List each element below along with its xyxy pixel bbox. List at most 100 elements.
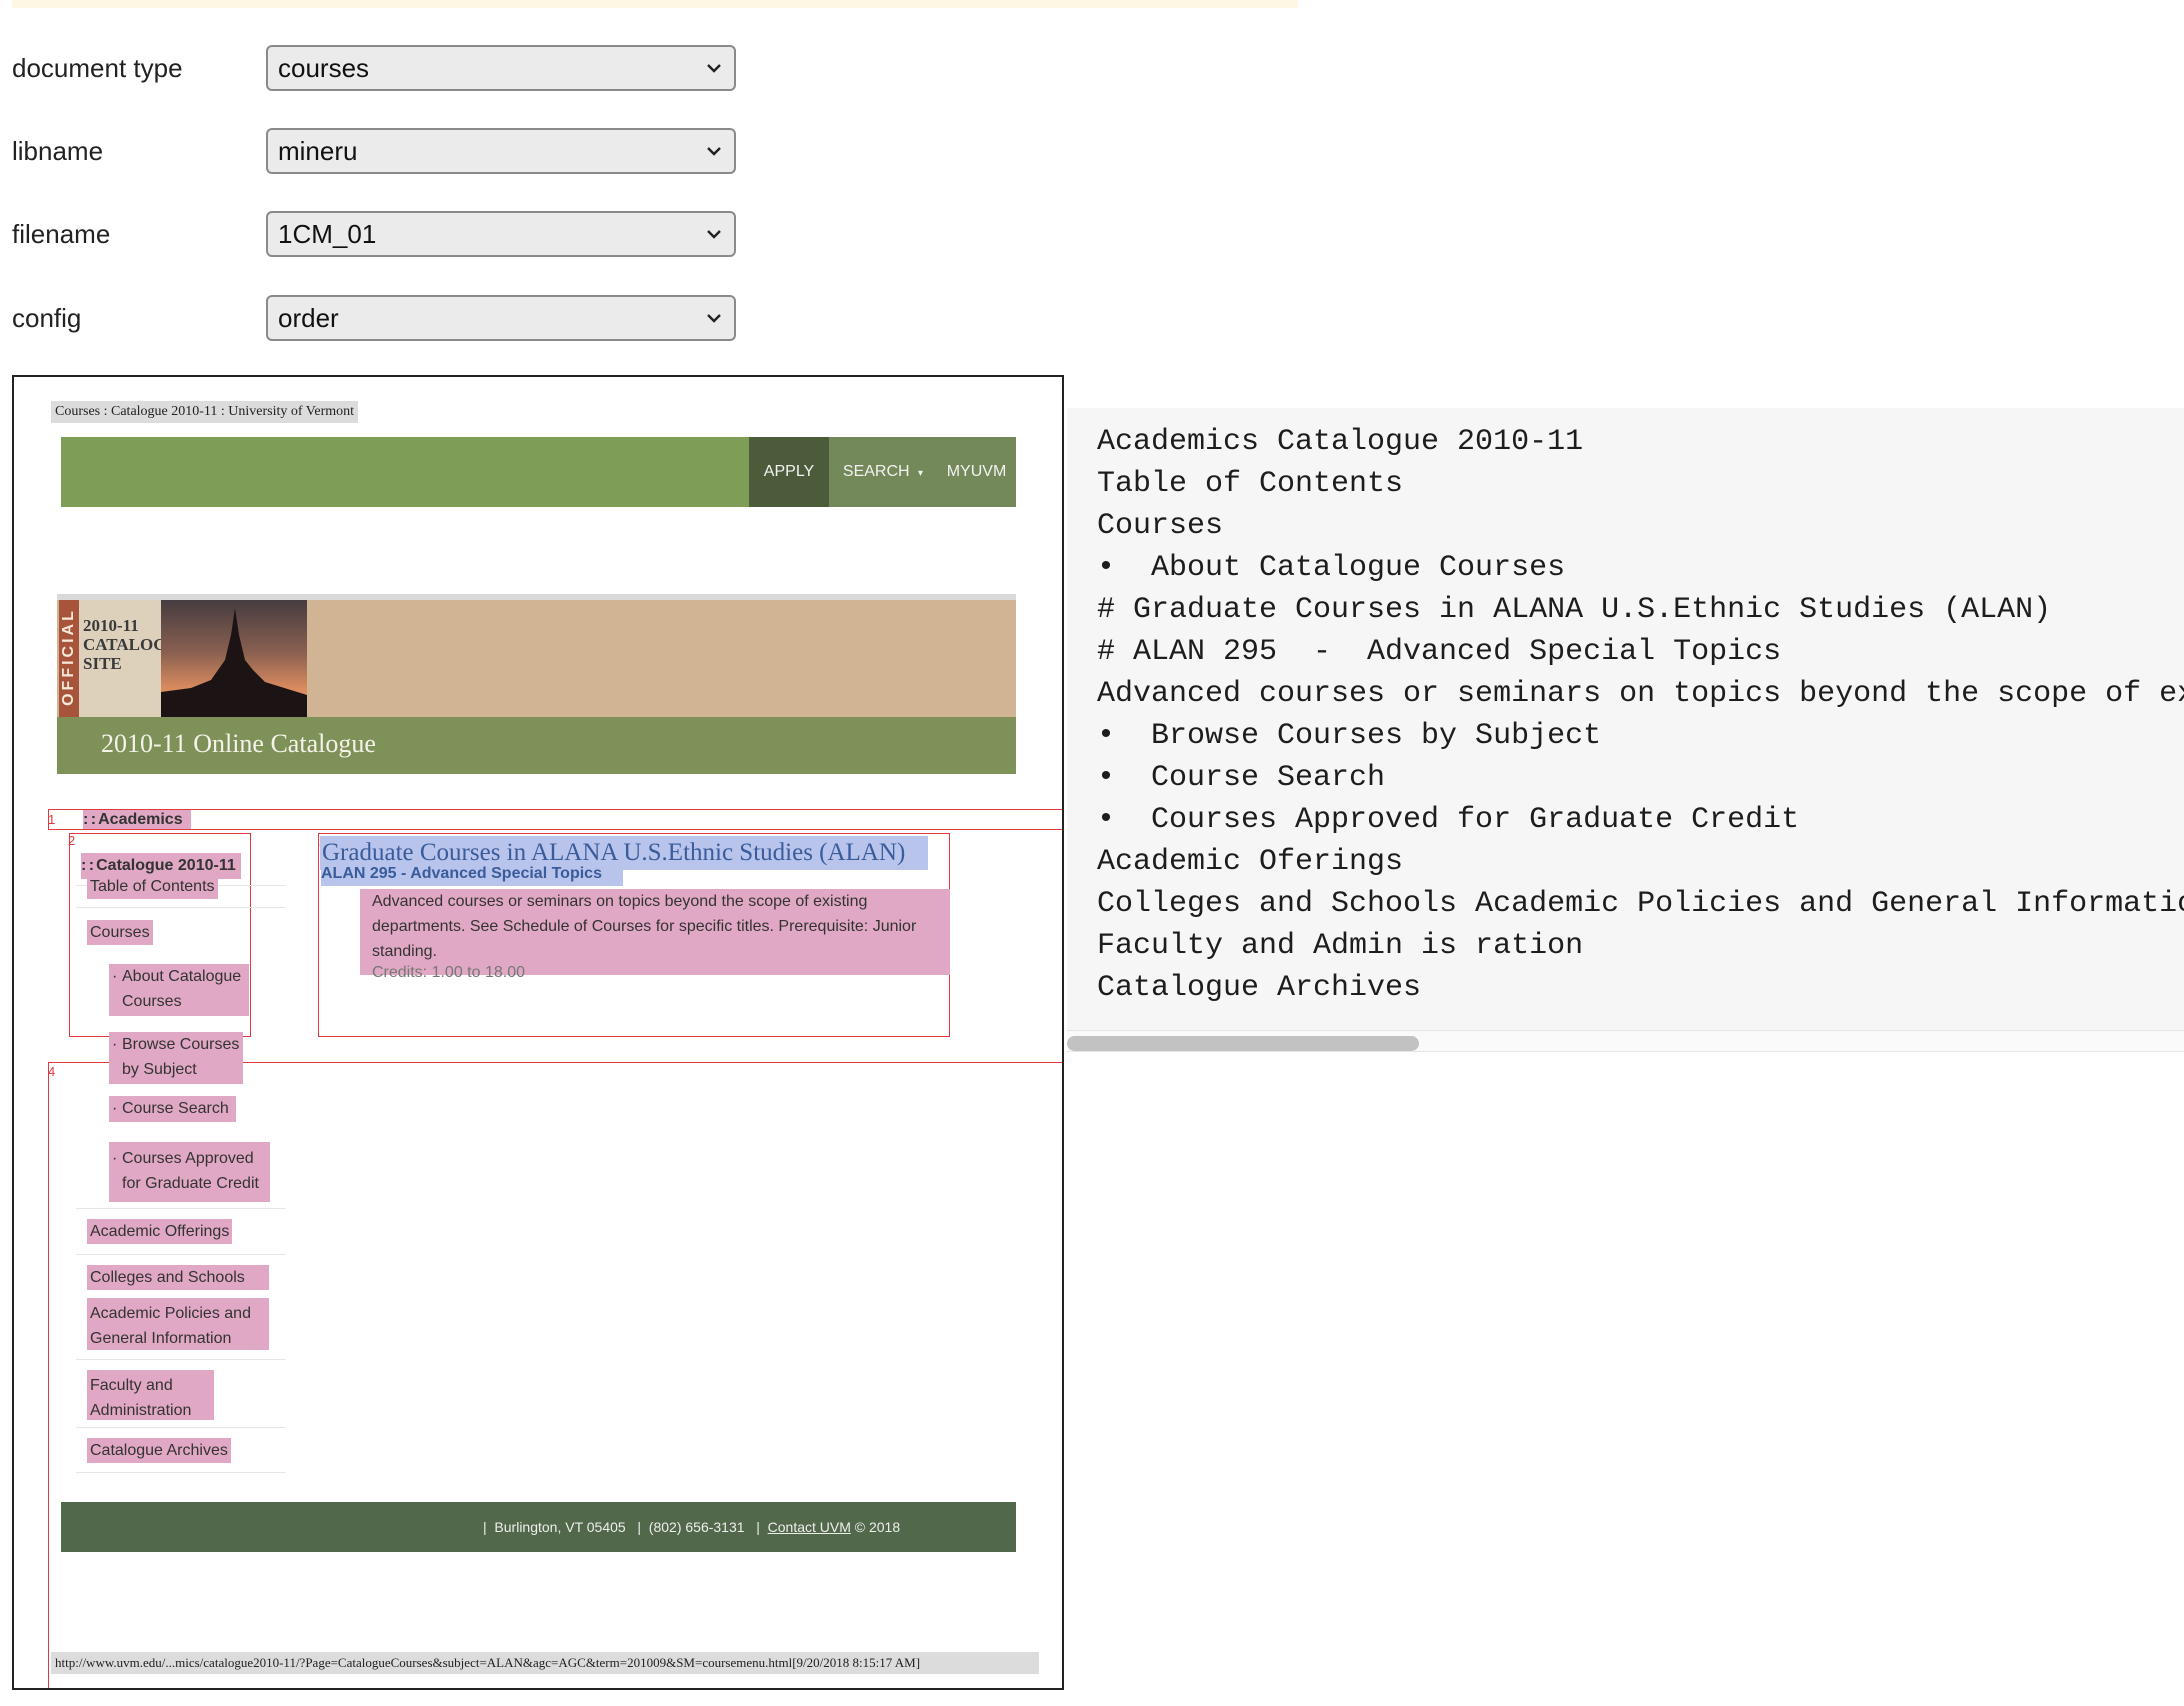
faculty-nav-item[interactable]: Faculty and Administration: [87, 1370, 214, 1420]
site-navbar: APPLY SEARCH ▾ MYUVM: [61, 437, 1016, 507]
layout-region-1: [48, 809, 1062, 830]
output-line: • Browse Courses by Subject: [1097, 719, 1602, 753]
libname-select[interactable]: mineru: [266, 128, 736, 174]
bullet-icon: ·: [112, 1150, 118, 1167]
catalogue-label: Catalogue 2010-11: [96, 857, 236, 874]
chevron-down-icon: [707, 230, 721, 239]
document-type-value: courses: [278, 53, 370, 83]
form-row-filename: filename 1CM_01: [12, 211, 736, 257]
region-number-4: 4: [48, 1064, 56, 1079]
config-select[interactable]: order: [266, 295, 736, 341]
approved-nav-item[interactable]: · Courses Approved for Graduate Credit: [109, 1142, 270, 1202]
footer-copyright: © 2018: [854, 1519, 901, 1535]
scrollbar-thumb[interactable]: [1067, 1036, 1419, 1051]
footer-separator: |: [483, 1519, 487, 1535]
chevron-down-icon: [707, 64, 721, 73]
document-type-label: document type: [12, 52, 183, 83]
double-colon-icon: : :: [81, 857, 94, 874]
church-silhouette-icon: [161, 608, 307, 717]
nav-apply-link[interactable]: APPLY: [749, 437, 829, 507]
output-line: • About Catalogue Courses: [1097, 551, 1566, 585]
menu-separator: [76, 907, 286, 908]
policies-nav-item[interactable]: Academic Policies and General Informatio…: [87, 1298, 269, 1350]
extracted-text-panel: Academics Catalogue 2010-11 Table of Con…: [1067, 408, 2184, 1030]
libname-label: libname: [12, 135, 104, 166]
double-colon-icon: : :: [83, 811, 96, 828]
config-value: order: [278, 303, 339, 333]
footer-separator: |: [756, 1519, 760, 1535]
region-number-1: 1: [48, 812, 56, 827]
banner-title: 2010-11 Online Catalogue: [101, 729, 376, 758]
about-courses-label: About Catalogue Courses: [122, 968, 242, 1010]
footer-address: Burlington, VT 05405: [494, 1519, 626, 1535]
church-silhouette-photo: [161, 600, 307, 717]
output-line: Advanced courses or seminars on topics b…: [1097, 677, 2184, 711]
offerings-nav-item[interactable]: Academic Offerings: [87, 1219, 233, 1244]
filename-value: 1CM_01: [278, 219, 377, 249]
config-label: config: [12, 302, 82, 333]
output-line: Academics Catalogue 2010-11: [1097, 425, 1584, 459]
catalogue-banner: OFFICIAL 2010-11 CATALOGUE SITE 2010-11 …: [57, 594, 1016, 774]
output-line: Courses: [1097, 509, 1224, 543]
form-row-config: config order: [12, 295, 736, 341]
output-line: • Courses Approved for Graduate Credit: [1097, 803, 1800, 837]
output-line: Faculty and Admin is ration: [1097, 929, 1584, 963]
toc-nav-item[interactable]: Table of Contents: [87, 874, 218, 899]
official-ribbon: OFFICIAL: [59, 600, 79, 717]
libname-value: mineru: [278, 136, 358, 166]
academics-label: Academics: [98, 811, 183, 828]
menu-separator: [76, 1359, 286, 1360]
chevron-down-icon: [707, 147, 721, 156]
nav-search-link[interactable]: SEARCH ▾: [829, 437, 937, 507]
menu-separator: [76, 1427, 286, 1428]
bullet-icon: ·: [112, 1100, 118, 1117]
output-line: Colleges and Schools Academic Policies a…: [1097, 887, 2184, 921]
horizontal-scrollbar[interactable]: [1067, 1030, 2184, 1052]
footer-phone: (802) 656-3131: [648, 1519, 745, 1535]
site-footer: | Burlington, VT 05405 | (802) 656-3131 …: [61, 1502, 1016, 1552]
contact-uvm-link[interactable]: Contact UVM: [768, 1519, 851, 1535]
caret-down-icon: ▾: [918, 468, 924, 479]
course-title: ALAN 295 - Advanced Special Topics: [321, 862, 623, 886]
output-line: Table of Contents: [1097, 467, 1404, 501]
browse-nav-item[interactable]: · Browse Courses by Subject: [109, 1032, 243, 1084]
filename-label: filename: [12, 218, 111, 249]
course-description: Advanced courses or seminars on topics b…: [360, 889, 950, 975]
course-credits: Credits: 1.00 to 18.00: [372, 964, 525, 981]
badge-text: 2010-11 CATALOGUE SITE: [83, 616, 191, 673]
course-search-label: Course Search: [122, 1100, 229, 1117]
output-line: Catalogue Archives: [1097, 971, 1422, 1005]
output-line: # ALAN 295 - Advanced Special Topics: [1097, 635, 1782, 669]
colleges-nav-item[interactable]: Colleges and Schools: [87, 1265, 269, 1290]
output-line: # Graduate Courses in ALANA U.S.Ethnic S…: [1097, 593, 2052, 627]
menu-separator: [76, 1472, 286, 1473]
filename-select[interactable]: 1CM_01: [266, 211, 736, 257]
bullet-icon: ·: [112, 1036, 118, 1053]
approved-label: Courses Approved for Graduate Credit: [122, 1150, 259, 1192]
region-number-2: 2: [68, 833, 76, 848]
archives-nav-item[interactable]: Catalogue Archives: [87, 1438, 231, 1463]
output-line: Academic Oferings: [1097, 845, 1404, 879]
official-site-badge: OFFICIAL 2010-11 CATALOGUE SITE: [59, 600, 307, 717]
form-row-libname: libname mineru: [12, 128, 736, 174]
footer-separator: |: [637, 1519, 642, 1535]
menu-separator: [76, 1254, 286, 1255]
form-row-document-type: document type courses: [12, 45, 736, 91]
nav-myuvm-link[interactable]: MYUVM: [937, 437, 1016, 507]
about-courses-nav-item[interactable]: · About Catalogue Courses: [109, 964, 249, 1016]
top-notice-strip: [12, 0, 1298, 8]
nav-search-label: SEARCH: [842, 463, 910, 480]
document-preview: Courses : Catalogue 2010-11 : University…: [12, 375, 1064, 1690]
footer-contact-line: | Burlington, VT 05405 | (802) 656-3131 …: [483, 1502, 900, 1552]
output-line: • Course Search: [1097, 761, 1386, 795]
chevron-down-icon: [707, 314, 721, 323]
official-ribbon-text: OFFICIAL: [60, 608, 77, 706]
course-search-nav-item[interactable]: · Course Search: [109, 1096, 236, 1122]
page-url-tag: http://www.uvm.edu/...mics/catalogue2010…: [51, 1652, 1039, 1674]
browse-label: Browse Courses by Subject: [122, 1036, 240, 1078]
menu-separator: [76, 1208, 286, 1209]
courses-nav-item[interactable]: Courses: [87, 920, 153, 945]
bullet-icon: ·: [112, 968, 118, 985]
academics-heading: : : Academics: [83, 810, 191, 829]
document-type-select[interactable]: courses: [266, 45, 736, 91]
